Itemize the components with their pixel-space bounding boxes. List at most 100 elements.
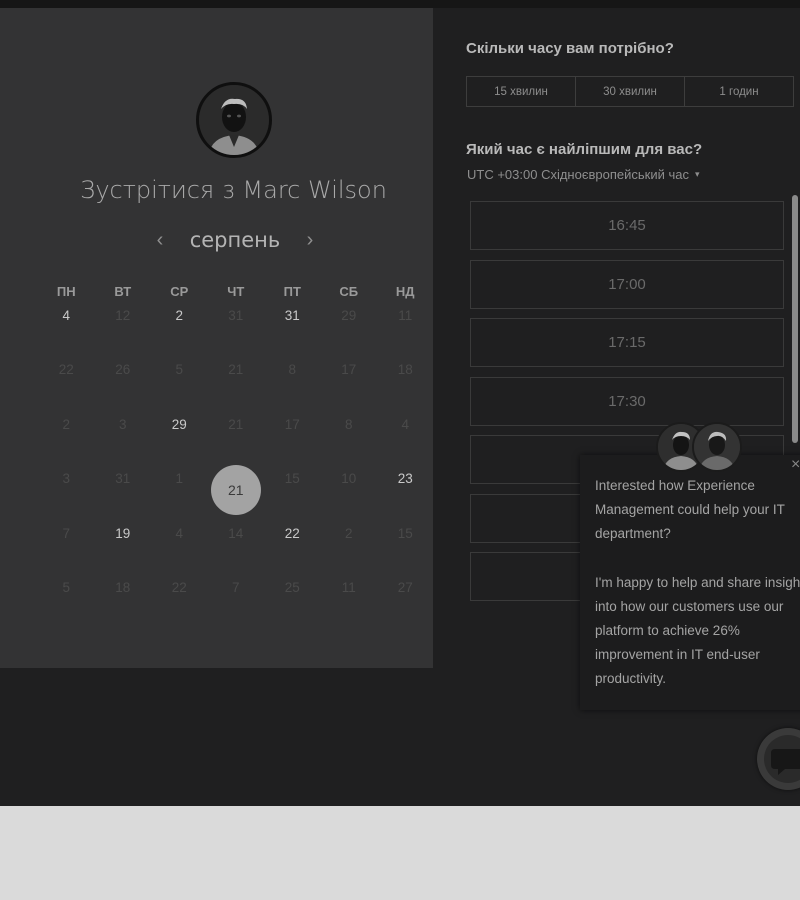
time-slot-button[interactable]: 17:00 [470,259,784,309]
chevron-right-icon[interactable]: › [300,229,320,252]
calendar-day-number: 7 [62,525,70,541]
calendar-day: 18 [377,358,434,412]
calendar-day-number: 26 [115,362,131,378]
calendar-day: 31 [208,304,265,358]
calendar-day-number: 2 [62,416,70,432]
calendar-day-number: 21 [210,465,261,516]
close-icon[interactable]: × [791,456,800,474]
calendar-day: 15 [377,522,434,576]
calendar-day: 12 [95,304,152,358]
calendar-day-number: 4 [62,308,70,323]
duration-options: 15 хвилин 30 хвилин 1 годин [466,76,794,107]
time-slot-button[interactable]: 17:15 [470,318,784,367]
calendar-day[interactable]: 4 [38,304,95,358]
calendar-day-number: 21 [228,362,244,378]
calendar-day-number: 21 [228,416,244,432]
calendar-day: 11 [377,304,434,358]
time-slot-button[interactable]: 16:45 [470,201,784,250]
duration-option-15[interactable]: 15 хвилин [467,77,576,106]
calendar-day-number: 17 [284,416,300,432]
calendar-day: 22 [38,358,95,412]
calendar-day: 14 [208,522,265,576]
calendar-day: 15 [264,467,321,521]
calendar-day-number: 11 [341,579,356,595]
calendar-day-number: 22 [58,362,74,378]
calendar-day: 7 [208,576,265,630]
calendar-day: 4 [151,522,208,576]
chat-bubble-icon[interactable] [757,728,800,790]
chat-message: Interested how Experience Management cou… [595,474,800,692]
chat-message-body: I'm happy to help and share insight into… [595,574,800,687]
calendar-day: 4 [377,413,434,467]
calendar-day-number: 31 [115,471,131,487]
calendar-day-number: 5 [175,362,183,378]
calendar-day: 8 [264,358,321,412]
calendar-day: 21 [208,413,265,467]
weekday-label: НД [395,284,415,299]
calendar-day-number: 27 [397,579,413,595]
calendar-day-number: 7 [231,579,240,595]
calendar-day-number: 1 [175,471,183,487]
calendar-day-number: 5 [62,579,70,595]
calendar-day: 2 [321,522,378,576]
calendar-day-number: 22 [171,579,187,595]
calendar-day: 7 [38,522,95,576]
calendar-day-number: 2 [175,308,183,323]
agent-avatar-icon [692,422,742,472]
scrollbar[interactable] [792,195,798,443]
duration-option-60[interactable]: 1 годин [685,77,793,106]
time-slot-button[interactable]: 17:30 [470,376,784,426]
calendar-day: 3 [38,467,95,521]
chat-message-intro: Interested how Experience Management cou… [595,478,785,542]
timezone-selector[interactable]: UTC +03:00 Східноєвропейський час ▾ [467,167,700,182]
calendar-day: 11 [321,576,378,630]
weekday-label: СР [170,284,189,299]
calendar-day-number: 2 [344,525,353,541]
calendar-day-number: 8 [288,362,296,378]
duration-option-30[interactable]: 30 хвилин [576,77,685,106]
scheduling-page: Зустрітися з Marc Wilson ‹ серпень › ПН В… [0,0,800,806]
calendar-day-number: 8 [344,416,353,432]
calendar-day-number: 14 [228,525,244,541]
weekday-label: ПТ [283,284,301,299]
duration-question: Скільки часу вам потрібно? [466,40,674,57]
calendar-day-number: 29 [341,308,357,323]
calendar-day[interactable]: 23 [377,467,434,521]
calendar-day[interactable]: 31 [264,304,321,358]
calendar-day: 26 [95,358,152,412]
calendar-day-number: 23 [397,471,413,487]
chevron-left-icon[interactable]: ‹ [150,229,170,252]
month-navigation: ‹ серпень › [150,225,320,255]
calendar-day-number: 3 [118,416,127,432]
calendar-day: 27 [377,576,434,630]
calendar-day[interactable]: 22 [264,522,321,576]
calendar-day-number: 31 [228,308,244,323]
weekday-label: ПН [56,284,76,299]
calendar-day: 29 [321,304,378,358]
calendar-day: 17 [264,413,321,467]
calendar-day-number: 15 [284,471,300,487]
calendar-day[interactable]: 29 [151,413,208,467]
calendar-day-number: 25 [284,579,300,595]
calendar-day-number: 4 [401,416,409,432]
calendar-day-number: 31 [284,308,300,323]
calendar-day[interactable]: 19 [95,522,152,576]
host-title: Зустрітися з Marc Wilson [80,176,387,204]
calendar-day: 18 [95,576,152,630]
calendar-day-number: 18 [115,579,131,595]
calendar-day-number: 12 [115,308,131,323]
calendar-day-number: 4 [175,525,183,541]
calendar-day-number: 19 [115,525,131,541]
calendar-day: 21 [208,358,265,412]
calendar-day: 8 [321,413,378,467]
calendar-day-selected[interactable]: 21 [208,465,265,521]
calendar-day[interactable]: 2 [151,304,208,358]
calendar-day: 31 [95,467,152,521]
calendar-day-number: 10 [341,471,357,487]
calendar-day-number: 11 [398,308,413,323]
calendar-day: 10 [321,467,378,521]
weekday-header: ПН ВТ СР ЧТ ПТ СБ НД [38,284,433,299]
timezone-label: UTC +03:00 Східноєвропейський час [467,167,689,182]
calendar-day: 5 [151,358,208,412]
calendar-day: 2 [38,413,95,467]
